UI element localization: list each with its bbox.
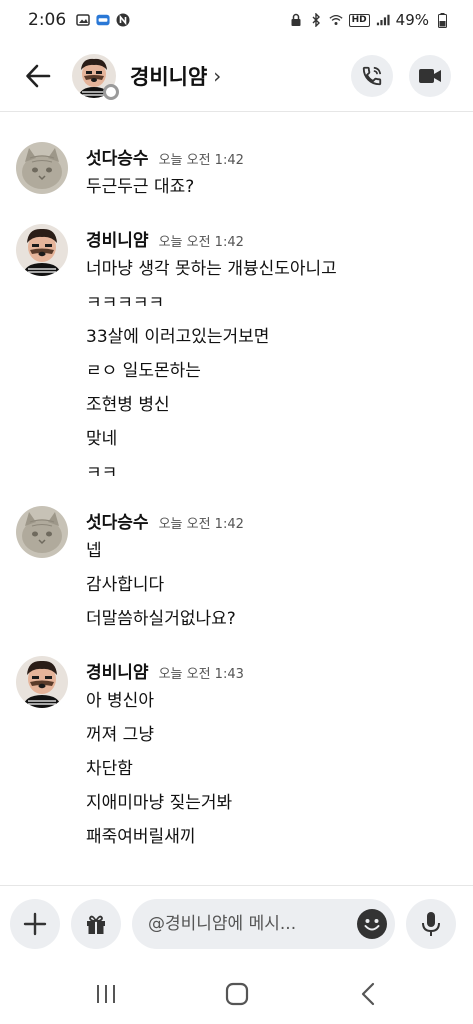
battery-percent: 49% <box>395 11 429 29</box>
battery-icon <box>435 12 449 28</box>
status-time: 2:06 <box>28 10 67 30</box>
system-status-icons: HD 49% <box>289 11 449 29</box>
recents-icon <box>96 985 115 1003</box>
contact-avatar[interactable] <box>72 53 119 100</box>
back-button[interactable] <box>14 52 62 100</box>
cat-avatar[interactable] <box>16 506 68 558</box>
message-text[interactable]: 너마냥 생각 못하는 개븅신도아니고 <box>86 254 337 279</box>
system-navigation-bar <box>0 964 473 1024</box>
chevron-right-icon: › <box>213 63 222 88</box>
message-text[interactable]: 패죽여버릴새끼 <box>86 822 195 847</box>
network-badge: HD <box>348 13 370 27</box>
gift-button[interactable] <box>71 898 121 949</box>
video-camera-icon <box>419 68 441 83</box>
voice-call-button[interactable] <box>351 54 393 97</box>
bluetooth-icon <box>309 13 323 27</box>
microphone-icon <box>422 911 440 936</box>
person-avatar[interactable] <box>16 656 68 708</box>
message-meta: 경비니얌 오늘 오전 1:43 <box>86 658 244 683</box>
status-bar: 2:06 HD 49% <box>0 0 473 40</box>
message-text[interactable]: 두근두근 대죠? <box>86 172 194 197</box>
message-text[interactable]: 넵 <box>86 536 102 561</box>
signal-icon <box>376 13 390 27</box>
lock-icon <box>289 13 303 27</box>
message-timestamp: 오늘 오전 1:43 <box>158 667 244 682</box>
voice-message-button[interactable] <box>406 898 456 949</box>
add-attachment-button[interactable] <box>10 898 60 949</box>
message-meta: 섯다승수 오늘 오전 1:42 <box>86 508 244 533</box>
message-text[interactable]: ㅋㅋ <box>86 458 117 483</box>
message-composer <box>0 885 473 961</box>
chat-header: 경비니얌 › <box>0 40 473 112</box>
plus-icon <box>23 912 47 935</box>
cat-avatar[interactable] <box>16 142 68 194</box>
home-icon <box>225 982 248 1006</box>
app-notification-icon <box>96 13 110 27</box>
recents-button[interactable] <box>76 972 136 1016</box>
n-notification-icon <box>116 13 130 27</box>
sender-name[interactable]: 섯다승수 <box>86 144 149 169</box>
message-text[interactable]: 차단함 <box>86 754 133 779</box>
message-list[interactable]: 섯다승수 오늘 오전 1:42 두근두근 대죠? 경비니얌 오늘 오전 1:42… <box>0 120 473 885</box>
contact-name[interactable]: 경비니얌 › <box>130 61 221 91</box>
message-text[interactable]: 꺼져 그냥 <box>86 720 154 745</box>
wifi-icon <box>329 13 343 27</box>
emoji-button[interactable] <box>357 908 387 939</box>
message-meta: 경비니얌 오늘 오전 1:42 <box>86 226 244 251</box>
system-back-button[interactable] <box>338 972 398 1016</box>
message-input-container <box>132 898 395 949</box>
message-input[interactable] <box>148 913 338 934</box>
sender-name[interactable]: 경비니얌 <box>86 226 149 251</box>
person-avatar[interactable] <box>16 224 68 276</box>
message-text[interactable]: 아 병신아 <box>86 686 154 711</box>
image-notification-icon <box>76 13 90 27</box>
message-text[interactable]: 조현병 병신 <box>86 390 170 415</box>
message-timestamp: 오늘 오전 1:42 <box>158 517 244 532</box>
sender-name[interactable]: 경비니얌 <box>86 658 149 683</box>
emoji-icon <box>358 909 386 938</box>
message-timestamp: 오늘 오전 1:42 <box>158 235 244 250</box>
notification-icons <box>76 13 130 27</box>
message-text[interactable]: 감사합니다 <box>86 570 164 595</box>
home-button[interactable] <box>207 972 267 1016</box>
presence-indicator <box>103 83 119 100</box>
gift-icon <box>87 915 105 934</box>
contact-name-text: 경비니얌 <box>130 64 208 89</box>
message-text[interactable]: 더말씀하실거없나요? <box>86 604 236 629</box>
sender-name[interactable]: 섯다승수 <box>86 508 149 533</box>
message-text[interactable]: ㅋㅋㅋㅋㅋ <box>86 288 164 313</box>
message-text[interactable]: 지애미마냥 짖는거봐 <box>86 788 232 813</box>
phone-icon <box>362 66 382 85</box>
message-timestamp: 오늘 오전 1:42 <box>158 153 244 168</box>
message-meta: 섯다승수 오늘 오전 1:42 <box>86 144 244 169</box>
nav-back-icon <box>361 982 374 1006</box>
message-text[interactable]: ㄹㅇ 일도몬하는 <box>86 356 201 381</box>
message-text[interactable]: 33살에 이러고있는거보면 <box>86 322 269 347</box>
arrow-left-icon <box>26 64 51 87</box>
message-text[interactable]: 맞네 <box>86 424 117 449</box>
video-call-button[interactable] <box>409 54 451 97</box>
